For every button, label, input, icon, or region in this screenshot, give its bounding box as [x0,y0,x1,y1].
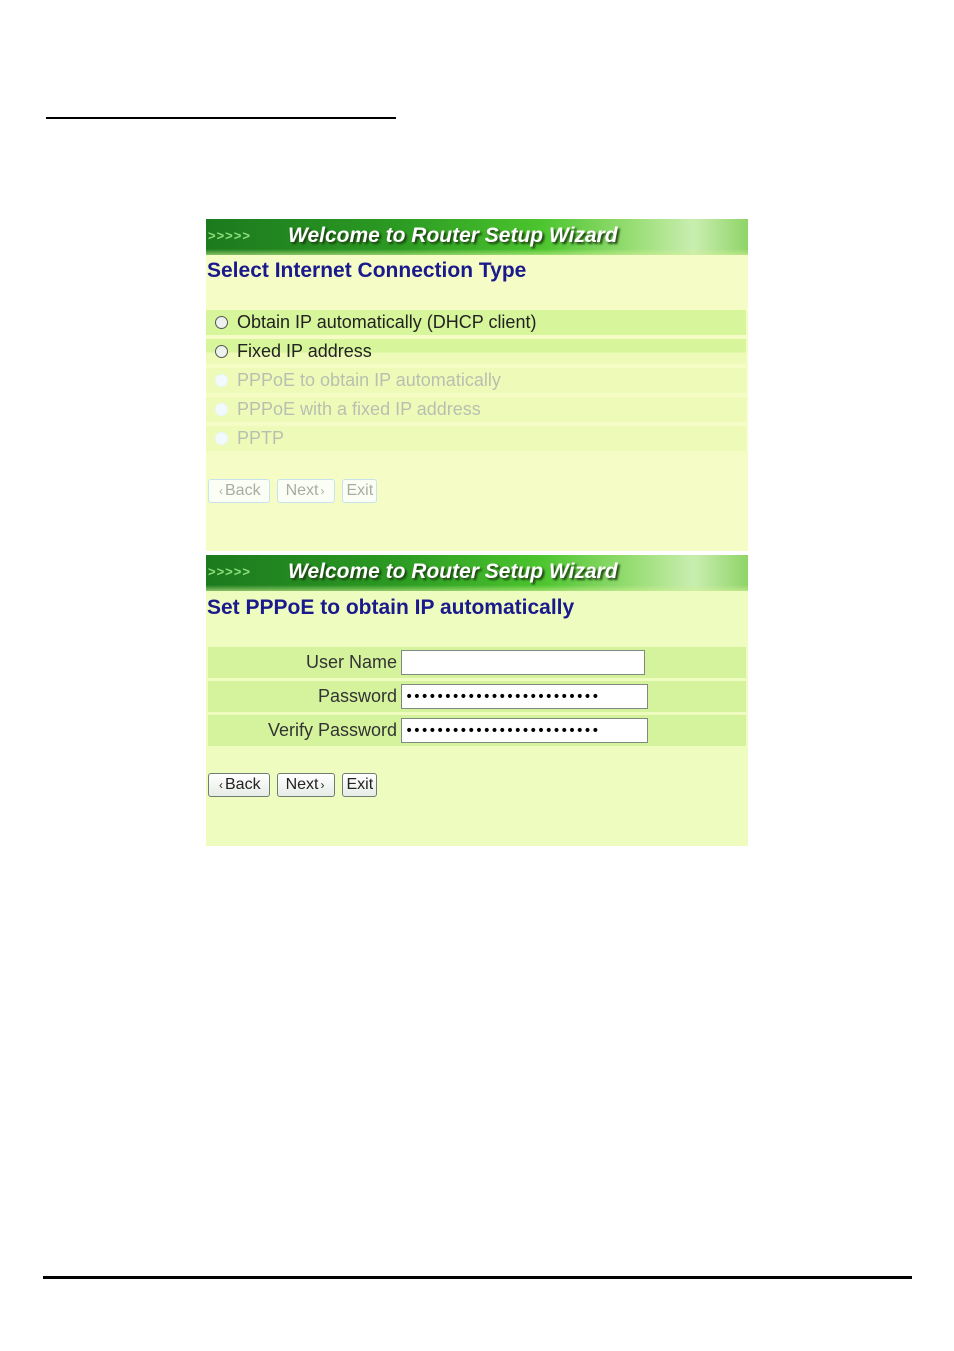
pppoe-panel: >>>>> Welcome to Router Setup Wizard Set… [206,555,748,846]
chevron-right-icon: › [320,484,325,498]
option-label: PPTP [237,428,285,448]
username-row: User Name [208,647,746,678]
exit-label: Exit [346,482,374,499]
back-button[interactable]: ‹ Back [208,773,270,797]
bottom-rule [43,1276,912,1279]
username-input[interactable] [401,650,645,675]
option-fixed-ip[interactable]: Fixed IP address [206,339,746,364]
page-heading: Select Internet Connection Type [207,259,527,282]
top-rule [46,117,396,119]
radio-pppoe-auto [215,374,228,387]
radio-pppoe-fixed [215,403,228,416]
option-pppoe-auto: PPPoE to obtain IP automatically [206,368,746,393]
chevron-right-icon: › [320,778,325,792]
option-label: Fixed IP address [237,341,372,361]
banner-arrows-icon: >>>>> [208,564,251,579]
back-label: Back [225,482,261,499]
wizard-banner: >>>>> Welcome to Router Setup Wizard [206,555,748,591]
next-button[interactable]: Next › [276,479,336,503]
password-label: Password [317,686,397,706]
wizard-nav-buttons: ‹ Back Next › Exit [208,479,378,503]
chevron-left-icon: ‹ [219,778,223,792]
password-input[interactable]: ••••••••••••••••••••••••• [401,684,648,709]
username-label: User Name [305,652,397,672]
wizard-banner: >>>>> Welcome to Router Setup Wizard [206,219,748,255]
verify-password-row: Verify Password ••••••••••••••••••••••••… [208,715,746,746]
page-heading: Set PPPoE to obtain IP automatically [207,596,575,619]
next-label: Next [285,482,319,499]
option-pppoe-fixed: PPPoE with a fixed IP address [206,397,746,422]
exit-button[interactable]: Exit [342,773,378,797]
radio-fixed-ip[interactable] [215,345,228,358]
back-button[interactable]: ‹ Back [208,479,270,503]
exit-button[interactable]: Exit [342,479,378,503]
verify-password-input[interactable]: ••••••••••••••••••••••••• [401,718,648,743]
radio-pptp [215,432,228,445]
banner-arrows-icon: >>>>> [208,228,251,243]
option-label: PPPoE with a fixed IP address [237,399,481,419]
back-label: Back [225,776,261,793]
password-row: Password ••••••••••••••••••••••••• [208,681,746,712]
verify-password-label: Verify Password [267,720,397,740]
next-label: Next [285,776,319,793]
banner-title: Welcome to Router Setup Wizard [288,560,618,583]
option-label: PPPoE to obtain IP automatically [237,370,501,390]
exit-label: Exit [346,776,374,793]
option-pptp: PPTP [206,426,746,451]
option-dhcp[interactable]: Obtain IP automatically (DHCP client) [206,310,746,335]
chevron-left-icon: ‹ [219,484,223,498]
next-button[interactable]: Next › [276,773,336,797]
connection-type-panel: >>>>> Welcome to Router Setup Wizard Sel… [206,219,748,551]
wizard-nav-buttons: ‹ Back Next › Exit [208,773,378,797]
radio-dhcp[interactable] [215,316,228,329]
banner-title: Welcome to Router Setup Wizard [288,224,618,247]
option-label: Obtain IP automatically (DHCP client) [237,312,537,332]
